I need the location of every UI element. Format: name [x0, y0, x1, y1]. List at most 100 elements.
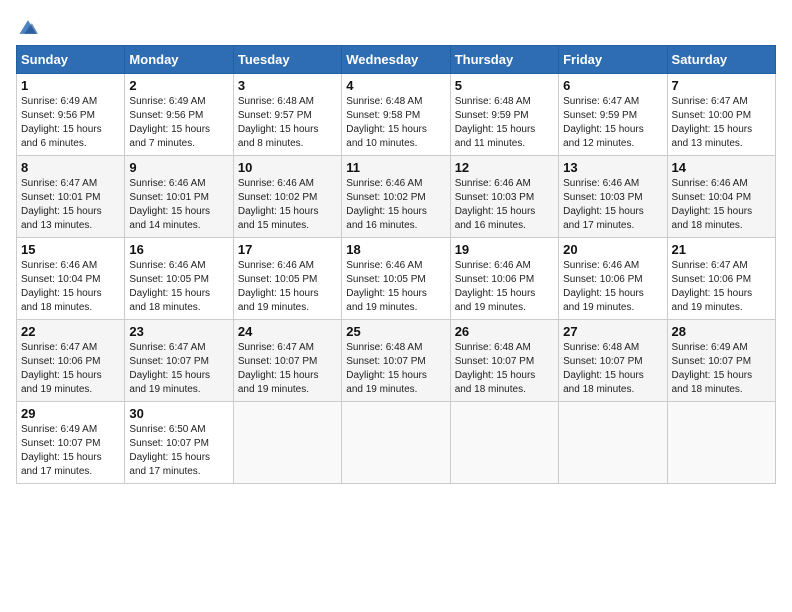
day-info: Sunrise: 6:46 AM Sunset: 10:02 PM Daylig…: [346, 177, 445, 233]
calendar-cell: 1 Sunrise: 6:49 AM Sunset: 9:56 PM Dayli…: [17, 74, 125, 156]
calendar-cell: 6 Sunrise: 6:47 AM Sunset: 9:59 PM Dayli…: [559, 74, 667, 156]
day-number: 22: [21, 324, 120, 339]
day-number: 12: [455, 160, 554, 175]
day-number: 13: [563, 160, 662, 175]
day-info: Sunrise: 6:47 AM Sunset: 9:59 PM Dayligh…: [563, 95, 662, 151]
day-number: 6: [563, 78, 662, 93]
day-info: Sunrise: 6:49 AM Sunset: 10:07 PM Daylig…: [21, 423, 120, 479]
calendar-row: 22 Sunrise: 6:47 AM Sunset: 10:06 PM Day…: [17, 320, 776, 402]
day-number: 3: [238, 78, 337, 93]
day-number: 5: [455, 78, 554, 93]
day-info: Sunrise: 6:46 AM Sunset: 10:02 PM Daylig…: [238, 177, 337, 233]
calendar-cell: 14 Sunrise: 6:46 AM Sunset: 10:04 PM Day…: [667, 156, 775, 238]
col-sunday: Sunday: [17, 46, 125, 74]
day-number: 30: [129, 406, 228, 421]
day-number: 16: [129, 242, 228, 257]
calendar-cell: 17 Sunrise: 6:46 AM Sunset: 10:05 PM Day…: [233, 238, 341, 320]
col-tuesday: Tuesday: [233, 46, 341, 74]
calendar-cell: 25 Sunrise: 6:48 AM Sunset: 10:07 PM Day…: [342, 320, 450, 402]
col-friday: Friday: [559, 46, 667, 74]
calendar-cell: 26 Sunrise: 6:48 AM Sunset: 10:07 PM Day…: [450, 320, 558, 402]
day-number: 21: [672, 242, 771, 257]
logo-icon: [16, 17, 40, 37]
calendar-cell: 2 Sunrise: 6:49 AM Sunset: 9:56 PM Dayli…: [125, 74, 233, 156]
day-info: Sunrise: 6:46 AM Sunset: 10:06 PM Daylig…: [563, 259, 662, 315]
logo: [16, 16, 44, 37]
day-info: Sunrise: 6:48 AM Sunset: 9:59 PM Dayligh…: [455, 95, 554, 151]
day-number: 19: [455, 242, 554, 257]
day-info: Sunrise: 6:47 AM Sunset: 10:06 PM Daylig…: [672, 259, 771, 315]
page-header: [16, 16, 776, 37]
calendar-cell: 13 Sunrise: 6:46 AM Sunset: 10:03 PM Day…: [559, 156, 667, 238]
calendar-cell: [233, 402, 341, 484]
day-info: Sunrise: 6:48 AM Sunset: 9:58 PM Dayligh…: [346, 95, 445, 151]
calendar-cell: 23 Sunrise: 6:47 AM Sunset: 10:07 PM Day…: [125, 320, 233, 402]
day-number: 28: [672, 324, 771, 339]
day-number: 27: [563, 324, 662, 339]
day-number: 2: [129, 78, 228, 93]
day-number: 23: [129, 324, 228, 339]
day-info: Sunrise: 6:50 AM Sunset: 10:07 PM Daylig…: [129, 423, 228, 479]
day-info: Sunrise: 6:46 AM Sunset: 10:01 PM Daylig…: [129, 177, 228, 233]
day-number: 17: [238, 242, 337, 257]
day-info: Sunrise: 6:47 AM Sunset: 10:07 PM Daylig…: [129, 341, 228, 397]
day-number: 8: [21, 160, 120, 175]
day-info: Sunrise: 6:46 AM Sunset: 10:05 PM Daylig…: [238, 259, 337, 315]
calendar-cell: 30 Sunrise: 6:50 AM Sunset: 10:07 PM Day…: [125, 402, 233, 484]
day-number: 15: [21, 242, 120, 257]
calendar-cell: 15 Sunrise: 6:46 AM Sunset: 10:04 PM Day…: [17, 238, 125, 320]
calendar-cell: 11 Sunrise: 6:46 AM Sunset: 10:02 PM Day…: [342, 156, 450, 238]
day-number: 10: [238, 160, 337, 175]
calendar-cell: 16 Sunrise: 6:46 AM Sunset: 10:05 PM Day…: [125, 238, 233, 320]
day-number: 4: [346, 78, 445, 93]
calendar-cell: 3 Sunrise: 6:48 AM Sunset: 9:57 PM Dayli…: [233, 74, 341, 156]
col-wednesday: Wednesday: [342, 46, 450, 74]
calendar-cell: [667, 402, 775, 484]
col-thursday: Thursday: [450, 46, 558, 74]
day-info: Sunrise: 6:48 AM Sunset: 10:07 PM Daylig…: [563, 341, 662, 397]
calendar-cell: 28 Sunrise: 6:49 AM Sunset: 10:07 PM Day…: [667, 320, 775, 402]
day-number: 18: [346, 242, 445, 257]
col-saturday: Saturday: [667, 46, 775, 74]
day-info: Sunrise: 6:47 AM Sunset: 10:01 PM Daylig…: [21, 177, 120, 233]
day-info: Sunrise: 6:46 AM Sunset: 10:04 PM Daylig…: [21, 259, 120, 315]
day-info: Sunrise: 6:46 AM Sunset: 10:04 PM Daylig…: [672, 177, 771, 233]
day-number: 11: [346, 160, 445, 175]
col-monday: Monday: [125, 46, 233, 74]
calendar-row: 8 Sunrise: 6:47 AM Sunset: 10:01 PM Dayl…: [17, 156, 776, 238]
calendar-cell: 5 Sunrise: 6:48 AM Sunset: 9:59 PM Dayli…: [450, 74, 558, 156]
calendar-cell: 10 Sunrise: 6:46 AM Sunset: 10:02 PM Day…: [233, 156, 341, 238]
day-number: 20: [563, 242, 662, 257]
calendar-cell: 4 Sunrise: 6:48 AM Sunset: 9:58 PM Dayli…: [342, 74, 450, 156]
day-info: Sunrise: 6:46 AM Sunset: 10:06 PM Daylig…: [455, 259, 554, 315]
calendar-header-row: Sunday Monday Tuesday Wednesday Thursday…: [17, 46, 776, 74]
calendar-cell: 24 Sunrise: 6:47 AM Sunset: 10:07 PM Day…: [233, 320, 341, 402]
calendar-row: 29 Sunrise: 6:49 AM Sunset: 10:07 PM Day…: [17, 402, 776, 484]
calendar-row: 15 Sunrise: 6:46 AM Sunset: 10:04 PM Day…: [17, 238, 776, 320]
calendar-cell: 20 Sunrise: 6:46 AM Sunset: 10:06 PM Day…: [559, 238, 667, 320]
calendar-cell: 22 Sunrise: 6:47 AM Sunset: 10:06 PM Day…: [17, 320, 125, 402]
day-info: Sunrise: 6:46 AM Sunset: 10:05 PM Daylig…: [346, 259, 445, 315]
day-info: Sunrise: 6:49 AM Sunset: 9:56 PM Dayligh…: [21, 95, 120, 151]
calendar-cell: 21 Sunrise: 6:47 AM Sunset: 10:06 PM Day…: [667, 238, 775, 320]
calendar-cell: 19 Sunrise: 6:46 AM Sunset: 10:06 PM Day…: [450, 238, 558, 320]
day-info: Sunrise: 6:46 AM Sunset: 10:03 PM Daylig…: [455, 177, 554, 233]
day-number: 29: [21, 406, 120, 421]
day-info: Sunrise: 6:47 AM Sunset: 10:07 PM Daylig…: [238, 341, 337, 397]
day-number: 7: [672, 78, 771, 93]
day-number: 9: [129, 160, 228, 175]
calendar-table: Sunday Monday Tuesday Wednesday Thursday…: [16, 45, 776, 484]
calendar-cell: 9 Sunrise: 6:46 AM Sunset: 10:01 PM Dayl…: [125, 156, 233, 238]
calendar-cell: [342, 402, 450, 484]
day-info: Sunrise: 6:46 AM Sunset: 10:05 PM Daylig…: [129, 259, 228, 315]
calendar-cell: 12 Sunrise: 6:46 AM Sunset: 10:03 PM Day…: [450, 156, 558, 238]
day-info: Sunrise: 6:48 AM Sunset: 9:57 PM Dayligh…: [238, 95, 337, 151]
calendar-cell: 8 Sunrise: 6:47 AM Sunset: 10:01 PM Dayl…: [17, 156, 125, 238]
day-info: Sunrise: 6:47 AM Sunset: 10:06 PM Daylig…: [21, 341, 120, 397]
day-info: Sunrise: 6:48 AM Sunset: 10:07 PM Daylig…: [455, 341, 554, 397]
calendar-cell: [450, 402, 558, 484]
day-info: Sunrise: 6:47 AM Sunset: 10:00 PM Daylig…: [672, 95, 771, 151]
day-info: Sunrise: 6:46 AM Sunset: 10:03 PM Daylig…: [563, 177, 662, 233]
day-number: 25: [346, 324, 445, 339]
day-info: Sunrise: 6:49 AM Sunset: 10:07 PM Daylig…: [672, 341, 771, 397]
